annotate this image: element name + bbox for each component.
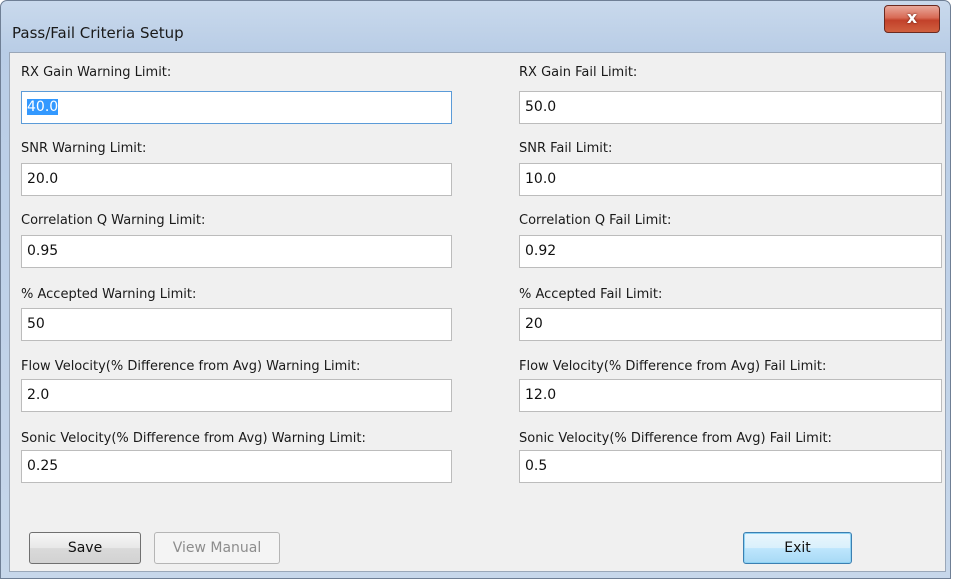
- corr-q-warning-input[interactable]: 0.95: [21, 235, 452, 268]
- accepted-fail-input[interactable]: 20: [519, 308, 942, 341]
- flow-velocity-warning-label: Flow Velocity(% Difference from Avg) War…: [21, 359, 361, 374]
- save-button[interactable]: Save: [29, 532, 141, 564]
- accepted-fail-label: % Accepted Fail Limit:: [519, 287, 663, 302]
- rx-gain-fail-input[interactable]: 50.0: [519, 91, 942, 124]
- corr-q-fail-label: Correlation Q Fail Limit:: [519, 213, 672, 228]
- snr-fail-input[interactable]: 10.0: [519, 163, 942, 196]
- snr-warning-input[interactable]: 20.0: [21, 163, 452, 196]
- rx-gain-warning-label: RX Gain Warning Limit:: [21, 65, 172, 80]
- flow-velocity-fail-input[interactable]: 12.0: [519, 379, 942, 412]
- view-manual-button[interactable]: View Manual: [154, 532, 280, 564]
- sonic-velocity-warning-label: Sonic Velocity(% Difference from Avg) Wa…: [21, 431, 366, 446]
- sonic-velocity-warning-input[interactable]: 0.25: [21, 450, 452, 483]
- close-button[interactable]: x: [884, 5, 940, 33]
- title-bar[interactable]: Pass/Fail Criteria Setup x: [1, 1, 950, 51]
- dialog-window: Pass/Fail Criteria Setup x RX Gain Warni…: [0, 0, 951, 579]
- sonic-velocity-fail-input[interactable]: 0.5: [519, 450, 942, 483]
- rx-gain-warning-input[interactable]: 40.0: [21, 91, 452, 124]
- dialog-content: RX Gain Warning Limit: 40.0 RX Gain Fail…: [9, 52, 946, 572]
- corr-q-fail-input[interactable]: 0.92: [519, 235, 942, 268]
- snr-warning-label: SNR Warning Limit:: [21, 141, 147, 156]
- sonic-velocity-fail-label: Sonic Velocity(% Difference from Avg) Fa…: [519, 431, 832, 446]
- close-icon: x: [906, 8, 918, 27]
- rx-gain-fail-label: RX Gain Fail Limit:: [519, 65, 638, 80]
- rx-gain-warning-value: 40.0: [27, 99, 59, 115]
- flow-velocity-fail-label: Flow Velocity(% Difference from Avg) Fai…: [519, 359, 827, 374]
- snr-fail-label: SNR Fail Limit:: [519, 141, 613, 156]
- accepted-warning-label: % Accepted Warning Limit:: [21, 287, 197, 302]
- window-title: Pass/Fail Criteria Setup: [12, 24, 184, 42]
- flow-velocity-warning-input[interactable]: 2.0: [21, 379, 452, 412]
- exit-button[interactable]: Exit: [743, 532, 852, 564]
- corr-q-warning-label: Correlation Q Warning Limit:: [21, 213, 206, 228]
- accepted-warning-input[interactable]: 50: [21, 308, 452, 341]
